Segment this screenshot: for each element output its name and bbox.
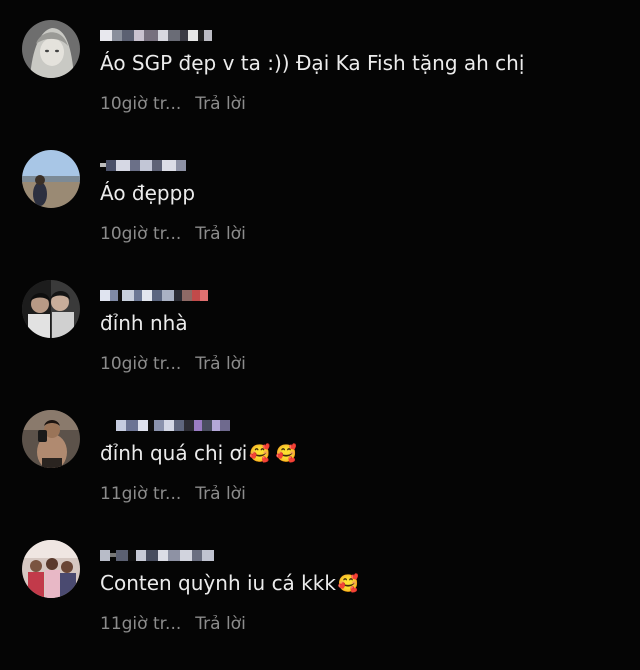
- comment-text: Conten quỳnh iu cá kkk 🥰: [100, 571, 360, 595]
- comment-item: Áo đẹppp 10giờ tr... Trả lời: [0, 150, 640, 280]
- comment-item: Áo SGP đẹp v ta :)) Đại Ka Fish tặng ah …: [0, 20, 640, 150]
- smiling-face-with-hearts-emoji: 🥰 🥰: [249, 444, 298, 464]
- username-blurred[interactable]: [116, 418, 276, 432]
- reply-button[interactable]: Trả lời: [195, 94, 246, 114]
- user-avatar[interactable]: [22, 150, 80, 208]
- comment-time: 10giờ tr...: [100, 224, 182, 244]
- comment-item: đỉnh quá chị ơi 🥰 🥰 11giờ tr... Trả lời: [0, 410, 640, 540]
- comment-time: 11giờ tr...: [100, 614, 182, 634]
- reply-button[interactable]: Trả lời: [195, 354, 246, 374]
- user-avatar[interactable]: [22, 280, 80, 338]
- reply-button[interactable]: Trả lời: [195, 614, 246, 634]
- comment-meta: 11giờ tr... Trả lời: [100, 484, 246, 504]
- user-avatar[interactable]: [22, 20, 80, 78]
- comment-text: đỉnh nhà: [100, 311, 188, 335]
- username-blurred[interactable]: [100, 548, 260, 562]
- comment-time: 11giờ tr...: [100, 484, 182, 504]
- username-blurred[interactable]: [100, 158, 260, 172]
- smiling-face-with-hearts-emoji: 🥰: [337, 574, 360, 594]
- comment-meta: 10giờ tr... Trả lời: [100, 94, 246, 114]
- user-avatar[interactable]: [22, 410, 80, 468]
- comment-text: Áo đẹppp: [100, 181, 196, 205]
- comment-text: đỉnh quá chị ơi 🥰 🥰: [100, 441, 298, 465]
- comment-item: Conten quỳnh iu cá kkk 🥰 11giờ tr... Trả l…: [0, 540, 640, 670]
- username-blurred[interactable]: [100, 288, 260, 302]
- comment-item: đỉnh nhà 10giờ tr... Trả lời: [0, 280, 640, 410]
- comment-meta: 10giờ tr... Trả lời: [100, 224, 246, 244]
- comment-time: 10giờ tr...: [100, 354, 182, 374]
- reply-button[interactable]: Trả lời: [195, 484, 246, 504]
- username-blurred[interactable]: [100, 28, 260, 42]
- comment-text: Áo SGP đẹp v ta :)) Đại Ka Fish tặng ah …: [100, 51, 525, 75]
- comment-meta: 11giờ tr... Trả lời: [100, 614, 246, 634]
- user-avatar[interactable]: [22, 540, 80, 598]
- reply-button[interactable]: Trả lời: [195, 224, 246, 244]
- comment-meta: 10giờ tr... Trả lời: [100, 354, 246, 374]
- comment-time: 10giờ tr...: [100, 94, 182, 114]
